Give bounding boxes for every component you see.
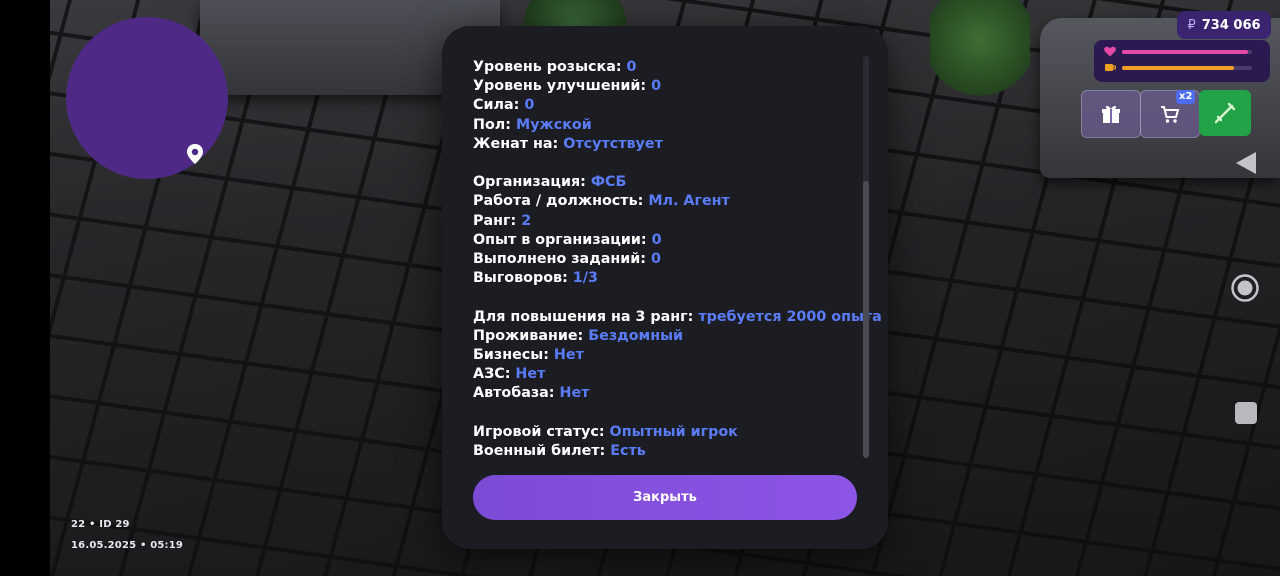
hunger-row xyxy=(1104,62,1252,73)
scrollbar-thumb[interactable] xyxy=(863,181,869,458)
background-plant xyxy=(930,0,1030,100)
stats-label: Работа / должность: xyxy=(473,193,644,210)
stats-line: Бизнесы: Нет xyxy=(473,346,868,365)
stats-line: Сила: 0 xyxy=(473,96,868,115)
stats-label: Военный билет: xyxy=(473,443,606,460)
cart-icon xyxy=(1161,106,1180,123)
stats-line: Уровень розыска: 0 xyxy=(473,58,868,77)
stats-value: 0 xyxy=(524,97,535,114)
stats-value: Нет xyxy=(515,366,546,383)
stats-value: Опытный игрок xyxy=(609,423,738,440)
stats-panel xyxy=(1094,40,1270,82)
stats-label: Организация: xyxy=(473,174,586,191)
hunger-bar xyxy=(1122,65,1252,70)
stats-line: АЗС: Нет xyxy=(473,365,868,384)
stats-value: 2 xyxy=(521,212,532,229)
home-icon[interactable] xyxy=(1230,273,1260,303)
map-pin-icon xyxy=(187,144,203,164)
stats-label: АЗС: xyxy=(473,366,511,383)
stats-line: Уровень улучшений: 0 xyxy=(473,77,868,96)
stats-line: Женат на: Отсутствует xyxy=(473,135,868,154)
stats-label: Уровень улучшений: xyxy=(473,78,647,95)
stats-value: Бездомный xyxy=(588,327,684,344)
stats-label: Автобаза: xyxy=(473,385,555,402)
stats-value: 1/3 xyxy=(572,270,598,287)
player-id-label: 22 • ID 29 xyxy=(71,519,130,530)
stats-line: Опыт в организации: 0 xyxy=(473,231,868,250)
food-icon xyxy=(1105,64,1116,71)
stats-line: Для повышения на 3 ранг: требуется 2000 … xyxy=(473,308,882,327)
stats-label: Женат на: xyxy=(473,135,559,152)
hunger-bar-fill xyxy=(1122,65,1234,70)
health-row xyxy=(1104,46,1252,57)
stats-line: Игровой статус: Опытный игрок xyxy=(473,423,868,442)
stats-value: Мужской xyxy=(515,116,592,133)
stats-label: Пол: xyxy=(473,116,511,133)
stats-label: Выговоров: xyxy=(473,270,568,287)
stats-line: Организация: ФСБ xyxy=(473,173,868,192)
health-bar-fill xyxy=(1122,49,1249,54)
stats-label: Сила: xyxy=(473,97,520,114)
stats-label: Для повышения на 3 ранг: xyxy=(473,308,694,325)
stats-value: Мл. Агент xyxy=(648,193,730,210)
money-badge: ₽ 734 066 xyxy=(1177,11,1271,39)
recent-apps-icon[interactable] xyxy=(1235,402,1257,424)
stats-line: Выполнено заданий: 0 xyxy=(473,250,868,269)
stats-label: Игровой статус: xyxy=(473,423,605,440)
datetime-label: 16.05.2025 • 05:19 xyxy=(71,540,184,551)
stats-label: Бизнесы: xyxy=(473,347,549,364)
stats-label: Уровень розыска: xyxy=(473,59,622,75)
gift-icon xyxy=(1102,105,1120,123)
player-stats-dialog: Уровень розыска: 0 Уровень улучшений: 0 Си… xyxy=(442,26,888,549)
close-button[interactable]: Закрыть xyxy=(473,475,857,520)
stats-label: Опыт в организации: xyxy=(473,231,647,248)
gift-button[interactable] xyxy=(1081,90,1141,138)
stats-value: 0 xyxy=(651,231,662,248)
x2-badge: x2 xyxy=(1176,90,1196,104)
stats-line: Автобаза: Нет xyxy=(473,384,868,403)
currency-icon: ₽ xyxy=(1187,17,1196,33)
stats-line: Проживание: Бездомный xyxy=(473,327,868,346)
stats-line: Работа / должность: Мл. Агент xyxy=(473,192,868,211)
stats-value: требуется 2000 опыта xyxy=(698,308,882,325)
stats-value: 0 xyxy=(651,251,661,268)
health-bar xyxy=(1122,49,1252,54)
stats-value: Есть xyxy=(610,443,646,460)
back-icon[interactable] xyxy=(1234,150,1258,176)
stats-value: 0 xyxy=(626,59,637,75)
stats-value: Нет xyxy=(553,347,584,364)
stats-line: Военный билет: Есть xyxy=(473,442,868,461)
stats-value: Нет xyxy=(559,385,590,402)
stats-list: Уровень розыска: 0 Уровень улучшений: 0 Си… xyxy=(473,58,882,461)
stats-value: ФСБ xyxy=(590,174,627,191)
money-value: 734 066 xyxy=(1201,17,1261,33)
stats-value: 0 xyxy=(651,78,662,95)
weapon-icon xyxy=(1214,102,1236,124)
stats-line: Ранг: 2 xyxy=(473,212,868,231)
weapon-button[interactable] xyxy=(1199,90,1251,136)
stats-value: Отсутствует xyxy=(563,135,663,152)
stats-label: Проживание: xyxy=(473,327,584,344)
stats-label: Ранг: xyxy=(473,212,517,229)
stats-label: Выполнено заданий: xyxy=(473,251,647,268)
stats-line: Выговоров: 1/3 xyxy=(473,269,868,288)
stats-line: Пол: Мужской xyxy=(473,116,868,135)
heart-icon xyxy=(1104,46,1116,57)
